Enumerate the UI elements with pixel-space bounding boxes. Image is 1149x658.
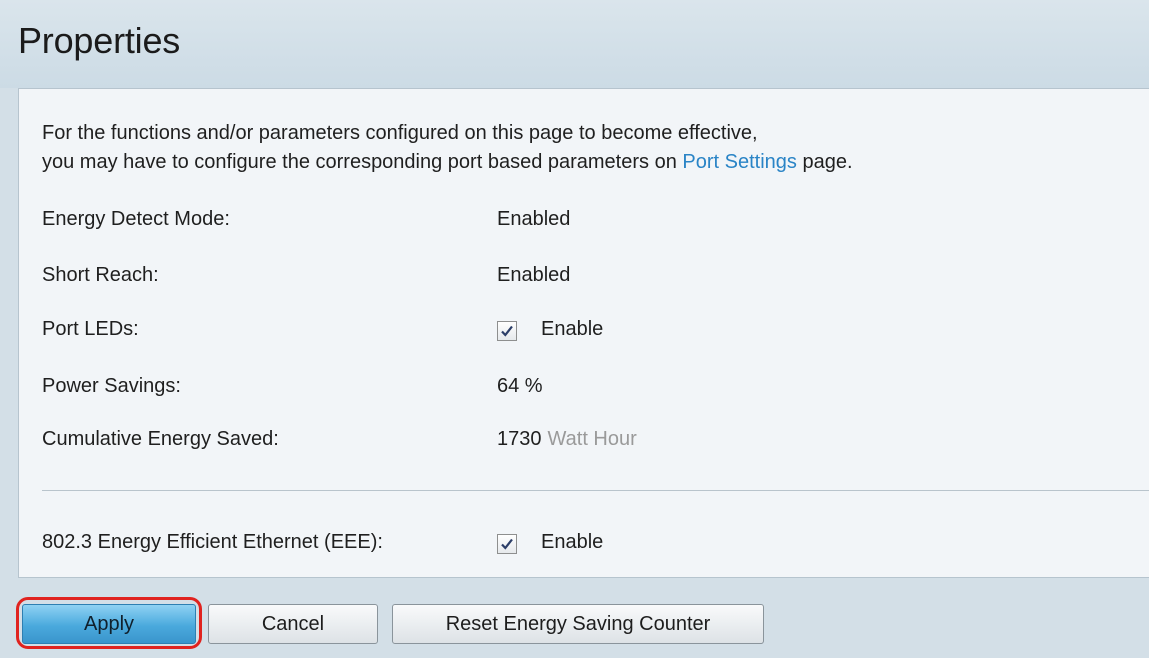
eee-checkbox[interactable] — [497, 534, 517, 554]
power-savings-label: Power Savings: — [42, 375, 181, 397]
checkmark-icon — [501, 538, 513, 550]
short-reach-label: Short Reach: — [42, 264, 159, 286]
info-text: For the functions and/or parameters conf… — [42, 119, 853, 177]
page-header: Properties — [0, 0, 1149, 88]
checkmark-icon — [501, 325, 513, 337]
energy-detect-mode-label: Energy Detect Mode: — [42, 208, 230, 230]
port-leds-label: Port LEDs: — [42, 318, 139, 340]
reset-energy-saving-counter-button[interactable]: Reset Energy Saving Counter — [392, 604, 764, 644]
port-settings-link[interactable]: Port Settings — [682, 151, 797, 173]
short-reach-value: Enabled — [497, 264, 571, 286]
cumulative-energy-number: 1730 — [497, 428, 542, 450]
info-line-2-suffix: page. — [796, 151, 853, 173]
apply-highlight-ring — [16, 597, 202, 649]
info-line-2: you may have to configure the correspond… — [42, 148, 853, 177]
info-line-2-prefix: you may have to configure the correspond… — [42, 151, 683, 173]
port-leds-checkbox[interactable] — [497, 321, 517, 341]
cumulative-energy-label: Cumulative Energy Saved: — [42, 428, 279, 450]
energy-detect-mode-value: Enabled — [497, 208, 571, 230]
port-leds-enable-label: Enable — [541, 318, 604, 340]
cumulative-energy-value: 1730 Watt Hour — [497, 428, 637, 451]
section-divider — [42, 490, 1149, 491]
page-title: Properties — [18, 20, 181, 61]
cumulative-energy-unit: Watt Hour — [547, 428, 637, 450]
eee-label: 802.3 Energy Efficient Ethernet (EEE): — [42, 531, 383, 553]
info-line-1: For the functions and/or parameters conf… — [42, 122, 758, 144]
power-savings-value: 64 % — [497, 375, 543, 397]
cancel-button[interactable]: Cancel — [208, 604, 378, 644]
eee-enable-label: Enable — [541, 531, 604, 553]
